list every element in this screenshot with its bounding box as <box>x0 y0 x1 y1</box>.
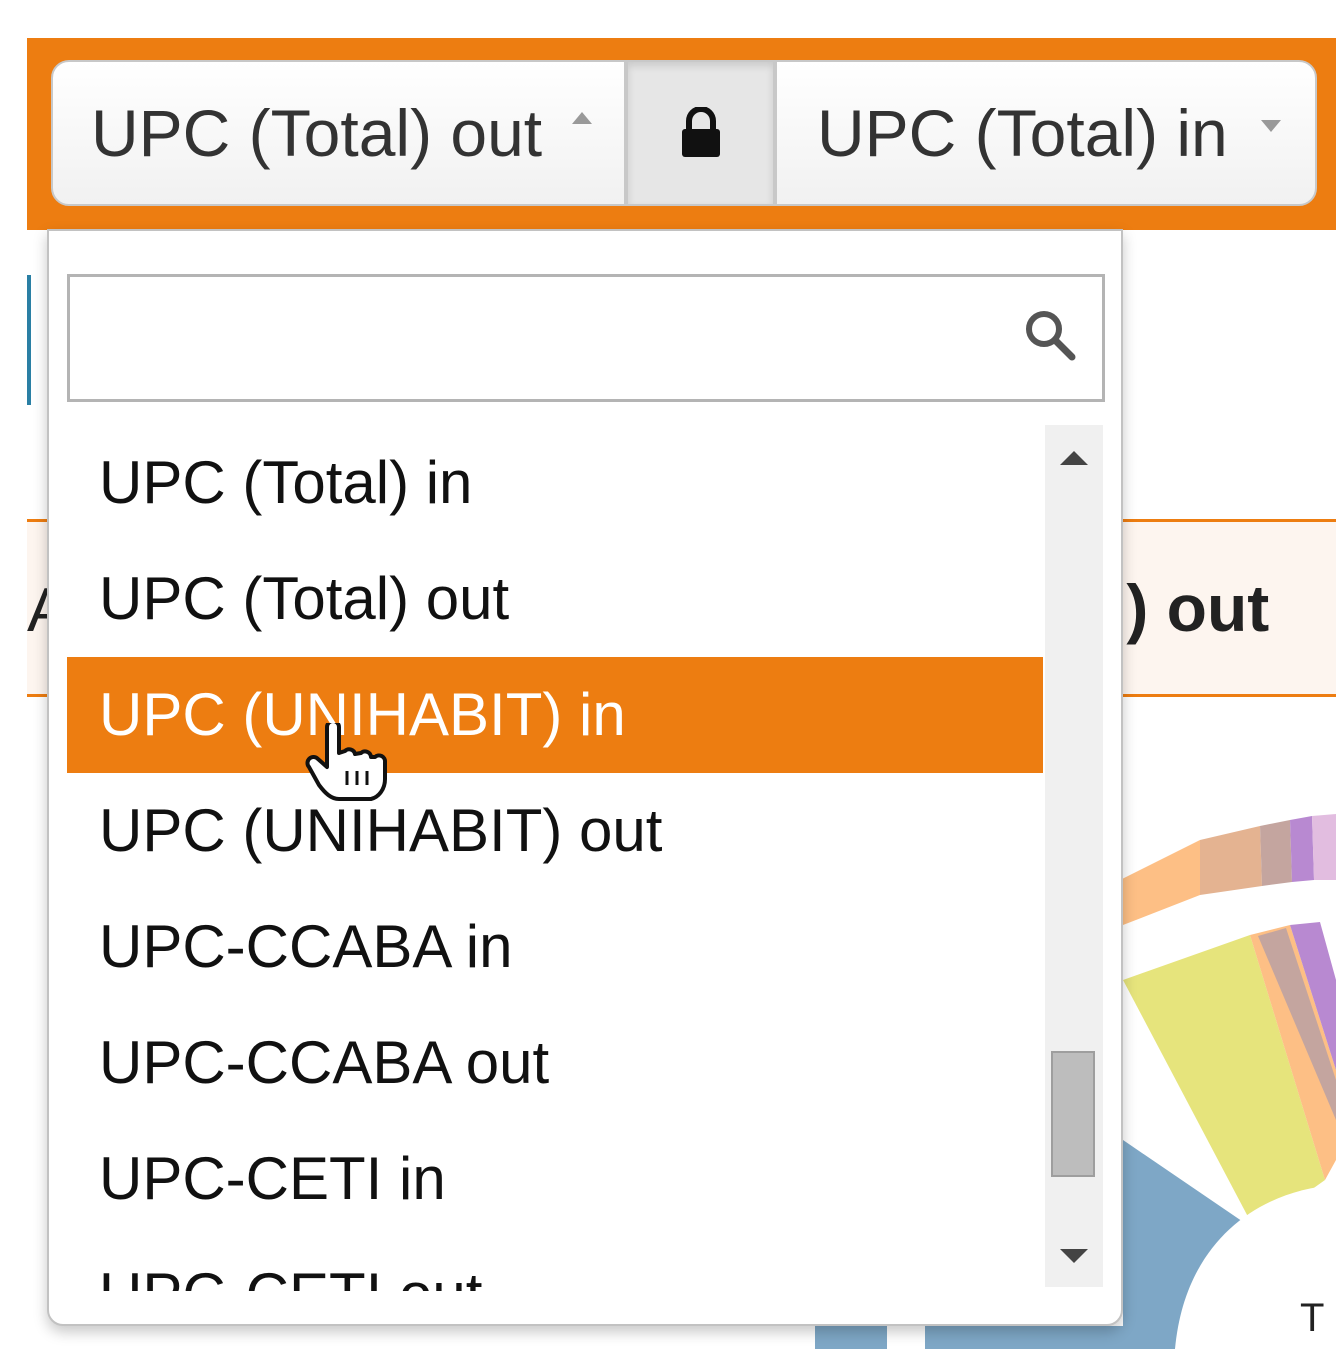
selector-toolbar: UPC (Total) out UPC (Total) in <box>27 38 1336 230</box>
dropdown-option[interactable]: UPC-CCABA out <box>67 1005 1043 1121</box>
dropdown-option[interactable]: UPC (Total) in <box>67 425 1043 541</box>
chart-outer-arc-peach <box>1120 840 1200 925</box>
dropdown-option[interactable]: UPC-CCABA in <box>67 889 1043 1005</box>
dropdown-scrollbar[interactable] <box>1045 425 1103 1287</box>
dropdown-option-highlighted[interactable]: UPC (UNIHABIT) in <box>67 657 1043 773</box>
chart-outer-arc-tan <box>1200 826 1262 895</box>
dropdown-option[interactable]: UPC (UNIHABIT) out <box>67 773 1043 889</box>
caret-up-icon <box>572 112 592 124</box>
dropdown-option[interactable]: UPC (Total) out <box>67 541 1043 657</box>
source-select-dropdown: UPC (Total) in UPC (Total) out UPC (UNIH… <box>47 229 1123 1326</box>
caret-down-icon <box>1261 120 1281 132</box>
chart-outer-arc-pink <box>1312 814 1336 880</box>
background-chart-label: T <box>1300 1296 1325 1340</box>
chart-outer-arc-taupe <box>1260 820 1292 886</box>
dropdown-option[interactable]: UPC-CETI in <box>67 1121 1043 1237</box>
scrollbar-thumb[interactable] <box>1051 1051 1095 1177</box>
source-select-value: UPC (Total) out <box>91 96 543 170</box>
chart-bottom-bar-1 <box>815 1326 887 1349</box>
chart-outer-arc-purple <box>1290 816 1314 882</box>
scroll-up-arrow-icon[interactable] <box>1060 451 1088 465</box>
lock-icon <box>681 107 720 157</box>
lock-button[interactable] <box>626 60 775 206</box>
target-select-value: UPC (Total) in <box>817 96 1228 170</box>
target-select[interactable]: UPC (Total) in <box>775 60 1317 206</box>
hand-pointer-cursor-icon <box>305 723 387 801</box>
scroll-down-arrow-icon[interactable] <box>1060 1249 1088 1263</box>
dropdown-search-box[interactable] <box>67 274 1105 402</box>
dropdown-search-input[interactable] <box>70 277 992 401</box>
dropdown-option-partial[interactable]: UPC-CETI out <box>67 1237 1043 1291</box>
source-select[interactable]: UPC (Total) out <box>51 60 626 206</box>
search-icon <box>1026 311 1076 361</box>
dropdown-options-list: UPC (Total) in UPC (Total) out UPC (UNIH… <box>67 425 1043 1291</box>
chart-bottom-bar-2 <box>925 1326 1175 1349</box>
